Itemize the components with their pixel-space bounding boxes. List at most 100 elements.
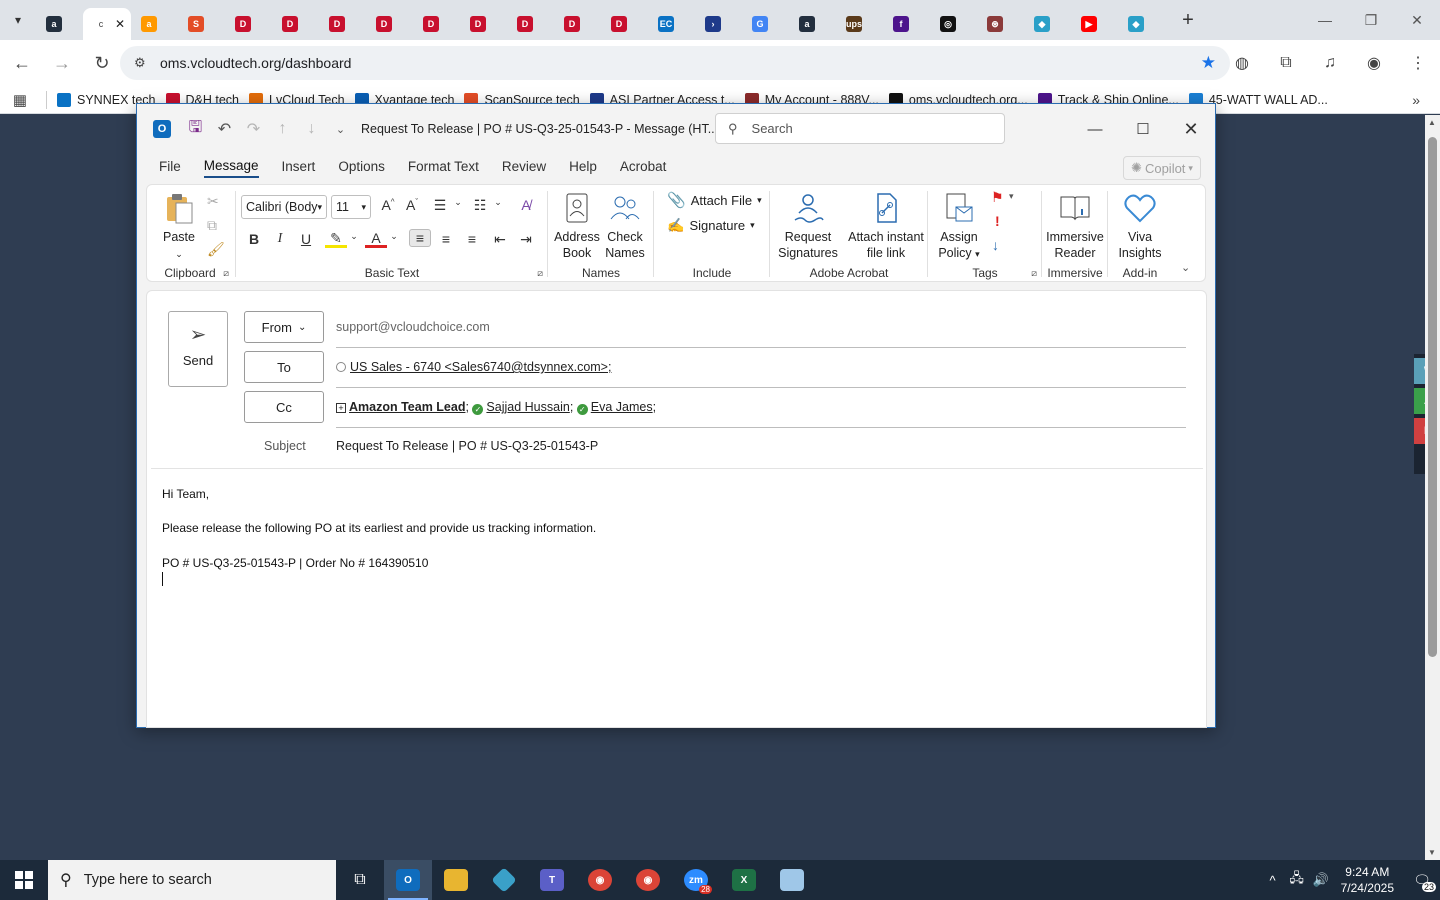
font-size-combo[interactable]: 11 ▾ xyxy=(331,195,371,219)
flag-dropdown-icon[interactable]: ▾ xyxy=(1009,191,1014,202)
extensions-icon[interactable]: ⧉ xyxy=(1264,46,1308,80)
volume-icon[interactable]: 🔊 xyxy=(1309,872,1333,888)
address-book-button[interactable]: Address Book xyxy=(553,191,601,261)
from-button[interactable]: From ⌄ xyxy=(244,311,324,343)
italic-icon[interactable]: I xyxy=(269,231,291,247)
copy-icon[interactable]: ⧉ xyxy=(207,217,217,234)
browser-minimize-button[interactable]: — xyxy=(1302,0,1348,40)
tab-insert[interactable]: Insert xyxy=(282,159,316,177)
browser-tab-dh-7[interactable]: D xyxy=(507,8,554,40)
browser-tab-dh-9[interactable]: D xyxy=(601,8,648,40)
ribbon-collapse-icon[interactable]: ⌄ xyxy=(1181,261,1190,274)
next-item-icon[interactable]: ↓ xyxy=(297,120,326,138)
viva-insights-button[interactable]: Viva Insights xyxy=(1111,191,1169,261)
apps-grid-icon[interactable]: ▦ xyxy=(0,91,40,109)
bookmarks-overflow-icon[interactable]: » xyxy=(1412,92,1420,108)
browser-tab-google[interactable]: G xyxy=(742,8,789,40)
body-paragraph[interactable]: Please release the following PO at its e… xyxy=(162,521,596,535)
browser-tab-amazon-2[interactable]: a xyxy=(131,8,178,40)
cc-recipient[interactable]: Eva James xyxy=(591,400,653,414)
browser-tab-asi[interactable]: › xyxy=(695,8,742,40)
to-field[interactable]: US Sales - 6740 <Sales6740@tdsynnex.com>… xyxy=(336,360,611,374)
taskbar-chrome-2[interactable]: ◉ xyxy=(624,860,672,900)
back-button[interactable]: ← xyxy=(4,45,40,81)
browser-tab-dh-6[interactable]: D xyxy=(460,8,507,40)
clock[interactable]: 9:24 AM 7/24/2025 xyxy=(1341,864,1394,896)
taskbar-outlook[interactable]: O xyxy=(384,860,432,900)
browser-tab-dh-8[interactable]: D xyxy=(554,8,601,40)
redo-icon[interactable]: ↷ xyxy=(239,119,268,139)
browser-tab-active-tab[interactable]: c ✕ xyxy=(83,8,131,40)
taskbar-excel[interactable]: X xyxy=(720,860,768,900)
clear-formatting-icon[interactable]: A̸ xyxy=(515,197,537,213)
tags-launcher-icon[interactable]: ⧄ xyxy=(1031,268,1037,279)
bookmark-star-icon[interactable]: ★ xyxy=(1201,53,1216,73)
outlook-maximize-button[interactable]: ☐ xyxy=(1119,104,1167,154)
tab-format-text[interactable]: Format Text xyxy=(408,159,479,177)
attach-file-link-button[interactable]: Attach instant file link xyxy=(847,191,925,261)
format-painter-icon[interactable]: 🖌 xyxy=(207,241,225,258)
task-view-button[interactable]: ⧉ xyxy=(336,860,384,900)
basic-text-launcher-icon[interactable]: ⧄ xyxy=(537,268,543,279)
browser-tab-ext-2[interactable]: ◆ xyxy=(1024,8,1071,40)
low-importance-icon[interactable]: ↓ xyxy=(992,237,999,253)
font-name-combo[interactable]: Calibri (Body ▾ xyxy=(241,195,327,219)
reload-button[interactable]: ↻ xyxy=(84,45,120,81)
network-icon[interactable]: 🖧 xyxy=(1285,869,1309,891)
outlook-minimize-button[interactable]: — xyxy=(1071,104,1119,154)
bold-icon[interactable]: B xyxy=(243,231,265,247)
decrease-indent-icon[interactable]: ⇤ xyxy=(489,231,511,248)
tab-file[interactable]: File xyxy=(159,159,181,177)
browser-tab-dh-3[interactable]: D xyxy=(319,8,366,40)
browser-tab-amazon-3[interactable]: a xyxy=(789,8,836,40)
site-info-icon[interactable]: ⚙ xyxy=(134,55,158,71)
taskbar-chrome[interactable]: ◉ xyxy=(576,860,624,900)
to-button[interactable]: To xyxy=(244,351,324,383)
browser-tab-dh-4[interactable]: D xyxy=(366,8,413,40)
outlook-search-box[interactable]: ⚲ Search xyxy=(715,113,1005,144)
from-field[interactable]: support@vcloudchoice.com xyxy=(336,320,490,334)
media-control-icon[interactable]: ♫ xyxy=(1308,46,1352,80)
browser-close-button[interactable]: ✕ xyxy=(1394,0,1440,40)
address-bar[interactable]: ⚙ oms.vcloudtech.org/dashboard ★ xyxy=(120,46,1230,80)
to-recipient[interactable]: US Sales - 6740 <Sales6740@tdsynnex.com>… xyxy=(350,360,611,374)
cut-icon[interactable]: ✂ xyxy=(207,193,219,210)
browser-tab-ext-3[interactable]: ◆ xyxy=(1118,8,1165,40)
tab-options[interactable]: Options xyxy=(338,159,385,177)
browser-menu-icon[interactable]: ⋮ xyxy=(1396,46,1440,80)
browser-tab-dh-1[interactable]: D xyxy=(225,8,272,40)
body-greeting[interactable]: Hi Team, xyxy=(162,487,209,501)
browser-tab-amazon[interactable]: a xyxy=(36,8,83,40)
paste-button[interactable]: Paste ⌄ xyxy=(157,191,201,262)
subject-field[interactable]: Request To Release | PO # US-Q3-25-01543… xyxy=(336,439,598,453)
new-tab-button[interactable]: + xyxy=(1173,5,1203,35)
customize-qat-icon[interactable]: ⌄ xyxy=(326,123,355,136)
cc-button[interactable]: Cc xyxy=(244,391,324,423)
send-button[interactable]: ➢ Send xyxy=(168,311,228,387)
assign-policy-button[interactable]: Assign Policy ▾ xyxy=(933,191,985,262)
clipboard-launcher-icon[interactable]: ⧄ xyxy=(223,268,229,279)
outlook-close-button[interactable]: ✕ xyxy=(1167,104,1215,154)
underline-icon[interactable]: U xyxy=(295,231,317,247)
align-center-icon[interactable]: ≡ xyxy=(435,231,457,247)
browser-tab-dh-5[interactable]: D xyxy=(413,8,460,40)
follow-up-flag-icon[interactable]: ⚑ xyxy=(991,189,1004,206)
show-hidden-icons[interactable]: ^ xyxy=(1261,873,1285,888)
browser-tab-fedex[interactable]: f xyxy=(883,8,930,40)
cc-recipient[interactable]: Sajjad Hussain xyxy=(486,400,569,414)
grow-font-icon[interactable]: A^ xyxy=(377,197,399,213)
browser-tab-dh-2[interactable]: D xyxy=(272,8,319,40)
font-color-dropdown-icon[interactable]: ⌄ xyxy=(383,231,405,242)
notification-center-button[interactable]: 🗨 23 xyxy=(1404,860,1440,900)
forward-button[interactable]: → xyxy=(44,45,80,81)
align-left-icon[interactable]: ≡ xyxy=(409,229,431,247)
browser-tab-ext[interactable]: ⊛ xyxy=(977,8,1024,40)
attach-file-button[interactable]: 📎 Attach File ▾ xyxy=(667,191,762,209)
taskbar-teams[interactable]: T xyxy=(528,860,576,900)
highlight-dropdown-icon[interactable]: ⌄ xyxy=(343,231,365,242)
tab-search-chevron-icon[interactable]: ▾ xyxy=(0,0,36,40)
expand-group-icon[interactable]: + xyxy=(336,403,346,413)
tab-message[interactable]: Message xyxy=(203,158,259,178)
profile-icon[interactable]: ◉ xyxy=(1352,46,1396,80)
close-tab-icon[interactable]: ✕ xyxy=(115,17,125,31)
